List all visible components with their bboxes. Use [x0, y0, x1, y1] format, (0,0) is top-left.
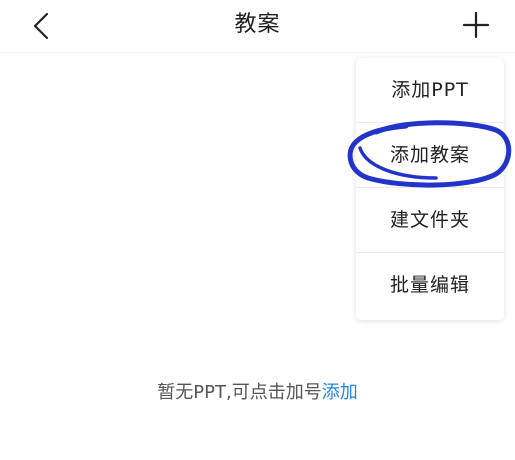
- page-title: 教案: [234, 12, 281, 37]
- header: 教案: [0, 0, 515, 53]
- add-menu: 添加PPT 添加教案 建文件夹 批量编辑: [356, 58, 504, 320]
- empty-state-text: 暂无PPT,可点击加号: [157, 382, 322, 403]
- screen: 教案 添加PPT 添加教案 建文件夹 批量编辑 暂无PPT,可点击加号添加: [0, 0, 515, 460]
- menu-item-new-folder[interactable]: 建文件夹: [356, 188, 504, 253]
- menu-item-batch-edit[interactable]: 批量编辑: [356, 253, 504, 317]
- add-button[interactable]: [455, 4, 497, 46]
- plus-icon: [462, 11, 490, 39]
- menu-item-add-lesson-plan[interactable]: 添加教案: [356, 123, 504, 188]
- empty-state-add-link[interactable]: 添加: [322, 382, 358, 403]
- menu-item-add-ppt[interactable]: 添加PPT: [356, 58, 504, 123]
- empty-state: 暂无PPT,可点击加号添加: [0, 378, 515, 404]
